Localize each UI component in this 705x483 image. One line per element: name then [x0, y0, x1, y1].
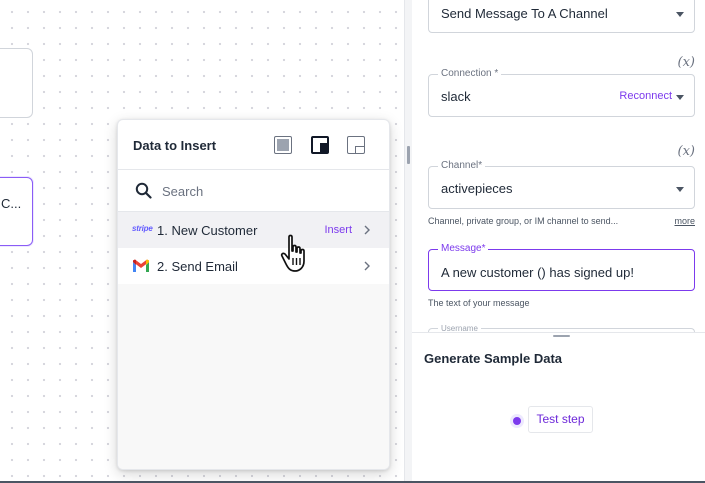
- layout-full-icon[interactable]: [274, 136, 292, 154]
- data-list: stripe 1. New Customer Insert 2. Send Em…: [118, 212, 389, 469]
- stripe-icon: stripe: [132, 224, 153, 233]
- search-bar: [118, 170, 389, 212]
- popup-header: Data to Insert: [118, 120, 389, 170]
- action-select-value: Send Message To A Channel: [441, 6, 608, 21]
- flow-step-card-selected[interactable]: C...: [0, 177, 33, 246]
- connection-label: Connection *: [438, 68, 502, 79]
- action-select[interactable]: Send Message To A Channel: [428, 0, 695, 33]
- caret-down-icon: [676, 12, 684, 17]
- message-input[interactable]: Message* A new customer () has signed up…: [428, 243, 695, 291]
- list-item-send-email[interactable]: 2. Send Email: [118, 248, 389, 284]
- connection-select[interactable]: Connection * slack Reconnect: [428, 68, 695, 117]
- channel-value: activepieces: [441, 181, 513, 196]
- step-settings-panel: Send Message To A Channel (x) Connection…: [412, 0, 705, 483]
- flow-step-title: C...: [1, 196, 22, 211]
- popup-title: Data to Insert: [133, 138, 217, 153]
- insert-button[interactable]: Insert: [324, 224, 352, 236]
- dynamic-value-toggle[interactable]: (x): [678, 55, 695, 70]
- test-step-button[interactable]: Test step: [528, 406, 593, 433]
- panel-resize-divider[interactable]: [404, 0, 412, 483]
- hand-pointer-cursor-icon: [280, 234, 305, 272]
- channel-label: Channel*: [438, 160, 486, 171]
- more-link[interactable]: more: [674, 216, 695, 226]
- status-dot-icon: [510, 414, 524, 428]
- layout-dock-right-icon[interactable]: [311, 136, 329, 154]
- gmail-icon: [133, 259, 149, 272]
- message-label: Message*: [438, 243, 489, 254]
- section-title: Generate Sample Data: [424, 351, 563, 366]
- layout-dock-bottom-icon[interactable]: [347, 136, 365, 154]
- caret-down-icon[interactable]: [676, 95, 684, 100]
- resize-handle-icon[interactable]: [553, 335, 570, 337]
- message-help-text: The text of your message: [428, 298, 530, 308]
- connection-value: slack: [441, 89, 471, 104]
- list-item-label: 1. New Customer: [157, 223, 258, 238]
- flow-step-card[interactable]: [0, 48, 33, 118]
- channel-select[interactable]: Channel* activepieces: [428, 160, 695, 209]
- message-value: A new customer () has signed up!: [441, 265, 634, 280]
- sample-data-section: Generate Sample Data Test step: [412, 332, 705, 483]
- flow-canvas[interactable]: C... Data to Insert stripe 1. New Custom…: [0, 0, 404, 483]
- chevron-right-icon[interactable]: [361, 259, 373, 273]
- caret-down-icon: [676, 187, 684, 192]
- chevron-right-icon[interactable]: [361, 223, 373, 237]
- channel-help-text: Channel, private group, or IM channel to…: [428, 216, 619, 226]
- data-to-insert-popup: Data to Insert stripe 1. New Customer In…: [117, 119, 390, 470]
- resize-handle-icon[interactable]: [407, 146, 410, 164]
- reconnect-button[interactable]: Reconnect: [619, 90, 672, 102]
- list-item-label: 2. Send Email: [157, 259, 238, 274]
- search-input[interactable]: [162, 180, 372, 202]
- list-item-new-customer[interactable]: stripe 1. New Customer Insert: [118, 212, 389, 248]
- dynamic-value-toggle[interactable]: (x): [678, 144, 695, 159]
- search-icon: [135, 182, 152, 199]
